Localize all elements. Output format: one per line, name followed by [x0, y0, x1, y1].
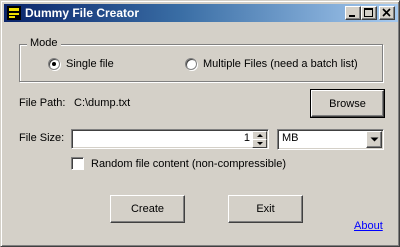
chevron-down-icon — [370, 137, 379, 142]
browse-button-label: Browse — [329, 97, 366, 110]
multiple-files-label[interactable]: Multiple Files (need a batch list) — [203, 58, 358, 70]
random-content-label[interactable]: Random file content (non-compressible) — [91, 158, 286, 170]
close-button[interactable] — [379, 6, 395, 20]
minimize-icon — [349, 15, 355, 17]
arrow-down-icon — [257, 142, 263, 145]
mode-group-label: Mode — [27, 37, 61, 49]
minimize-button[interactable] — [345, 6, 361, 20]
file-size-input[interactable]: 1 — [71, 129, 269, 149]
window-title: Dummy File Creator — [25, 6, 140, 20]
create-button-label: Create — [130, 203, 165, 215]
title-bar[interactable]: Dummy File Creator — [4, 4, 398, 22]
exit-button[interactable]: Exit — [228, 195, 303, 223]
radio-selected-dot — [52, 62, 56, 66]
about-link[interactable]: About — [354, 220, 383, 232]
file-size-label: File Size: — [19, 132, 65, 144]
file-path-value: C:\dump.txt — [74, 97, 131, 109]
file-size-value: 1 — [243, 132, 250, 144]
arrow-up-icon — [257, 134, 263, 137]
maximize-icon — [364, 8, 373, 17]
multiple-files-radio[interactable] — [185, 58, 197, 70]
app-icon — [6, 5, 22, 21]
single-file-radio[interactable] — [48, 58, 60, 70]
close-icon — [382, 8, 391, 17]
size-unit-select[interactable]: MB — [277, 129, 384, 150]
app-window: Dummy File Creator Mode Single file Mult… — [0, 0, 400, 247]
spin-down-button[interactable] — [252, 139, 267, 148]
file-path-label: File Path: — [19, 97, 66, 109]
exit-button-label: Exit — [256, 203, 275, 215]
browse-button[interactable]: Browse — [310, 89, 385, 118]
size-unit-dropdown-button[interactable] — [366, 131, 382, 148]
size-unit-value: MB — [282, 132, 299, 144]
single-file-label[interactable]: Single file — [66, 58, 114, 70]
maximize-button[interactable] — [361, 6, 377, 20]
random-content-checkbox[interactable] — [71, 157, 84, 170]
create-button[interactable]: Create — [110, 195, 185, 223]
